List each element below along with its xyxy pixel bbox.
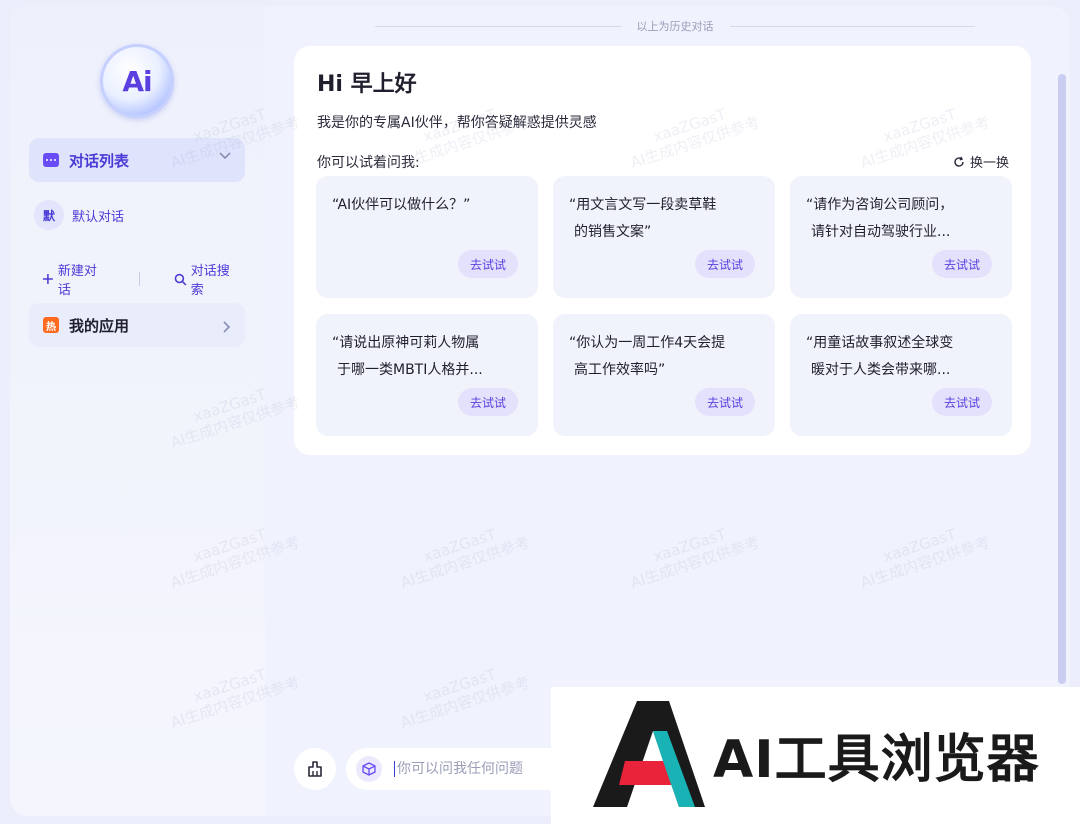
search-chat-label: 对话搜索 <box>190 264 230 298</box>
suggestion-text: “用文言文写一段卖草鞋 <box>569 197 717 213</box>
brand-logo-icon <box>593 701 705 807</box>
chat-avatar: 默 <box>34 200 64 230</box>
default-chat-label: 默认对话 <box>72 209 125 225</box>
suggestion-card[interactable]: “用童话故事叙述全球变 暖对于人类会带来哪... 去试试 <box>790 314 1012 436</box>
suggestion-text: 于哪一类MBTI人格并... <box>337 362 483 378</box>
try-asking-label: 你可以试着问我: <box>317 155 420 171</box>
watermark: xaaZGasTAI生成内容仅供参考 <box>628 525 762 592</box>
app-logo: Ai <box>100 44 174 118</box>
sidebar-actions: 新建对话 对话搜索 <box>42 260 242 298</box>
conversation-list-toggle[interactable]: 对话列表 <box>29 138 245 182</box>
cube-icon <box>356 756 382 782</box>
suggestion-card[interactable]: “你认为一周工作4天会提 高工作效率吗” 去试试 <box>553 314 775 436</box>
try-button[interactable]: 去试试 <box>457 250 518 278</box>
scrollbar[interactable] <box>1058 74 1066 684</box>
logo-text: Ai <box>122 64 152 98</box>
suggestion-grid: “AI伙伴可以做什么？” 去试试 “用文言文写一段卖草鞋 的销售文案” 去试试 … <box>316 176 1014 436</box>
hot-badge-icon: 热 <box>43 317 59 333</box>
watermark: xaaZGasTAI生成内容仅供参考 <box>398 525 532 592</box>
welcome-panel: Hi 早上好 我是你的专属AI伙伴，帮你答疑解惑提供灵感 你可以试着问我: 换一… <box>294 46 1031 455</box>
suggestion-text: 请针对自动驾驶行业... <box>811 224 951 240</box>
refresh-button[interactable]: 换一换 <box>953 152 1009 171</box>
suggestion-text: 的销售文案” <box>574 224 652 240</box>
refresh-label: 换一换 <box>969 156 1009 171</box>
new-chat-button[interactable]: 新建对话 <box>42 260 109 298</box>
suggestion-text: 高工作效率吗” <box>574 362 666 378</box>
suggestion-text: “你认为一周工作4天会提 <box>569 335 726 351</box>
suggestion-text: “AI伙伴可以做什么？” <box>332 197 471 213</box>
try-button[interactable]: 去试试 <box>931 250 992 278</box>
try-button[interactable]: 去试试 <box>931 388 992 416</box>
try-button[interactable]: 去试试 <box>694 250 755 278</box>
suggestion-text: 暖对于人类会带来哪... <box>811 362 951 378</box>
brand-text: AI工具浏览器 <box>713 730 1040 790</box>
chat-input[interactable] <box>394 761 574 777</box>
watermark: xaaZGasTAI生成内容仅供参考 <box>398 665 532 732</box>
clear-context-button[interactable] <box>294 748 336 790</box>
history-divider: 以上为历史对话 <box>375 18 975 34</box>
my-apps-item[interactable]: 热 我的应用 <box>29 303 245 347</box>
greeting-title: Hi 早上好 <box>317 72 417 97</box>
suggestion-text: “用童话故事叙述全球变 <box>806 335 954 351</box>
conversation-list-label: 对话列表 <box>69 151 130 170</box>
try-button[interactable]: 去试试 <box>694 388 755 416</box>
suggestion-text: “请说出原神可莉人物属 <box>332 335 480 351</box>
history-label: 以上为历史对话 <box>636 20 714 33</box>
try-button[interactable]: 去试试 <box>457 388 518 416</box>
new-chat-label: 新建对话 <box>57 264 97 298</box>
intro-text: 我是你的专属AI伙伴，帮你答疑解惑提供灵感 <box>317 115 597 131</box>
divider <box>139 272 140 286</box>
divider-line <box>375 25 621 27</box>
search-icon <box>174 273 187 285</box>
chat-bubble-icon <box>43 153 59 167</box>
suggestion-text: “请作为咨询公司顾问， <box>806 197 954 213</box>
sidebar: Ai 对话列表 默 默认对话 新建对话 对话搜索 热 我的应用 <box>10 6 265 816</box>
chevron-right-icon <box>223 318 231 337</box>
divider-line <box>729 25 975 27</box>
watermark: xaaZGasTAI生成内容仅供参考 <box>858 525 992 592</box>
suggestion-card[interactable]: “AI伙伴可以做什么？” 去试试 <box>316 176 538 298</box>
my-apps-label: 我的应用 <box>69 316 130 335</box>
search-chat-button[interactable]: 对话搜索 <box>174 260 242 298</box>
plus-icon <box>42 274 53 284</box>
suggestion-card[interactable]: “请说出原神可莉人物属 于哪一类MBTI人格并... 去试试 <box>316 314 538 436</box>
refresh-icon <box>954 156 964 167</box>
chevron-down-icon <box>219 152 231 160</box>
brush-icon <box>308 761 322 777</box>
suggestion-card[interactable]: “请作为咨询公司顾问， 请针对自动驾驶行业... 去试试 <box>790 176 1012 298</box>
suggestion-card[interactable]: “用文言文写一段卖草鞋 的销售文案” 去试试 <box>553 176 775 298</box>
sidebar-item-default-chat[interactable]: 默 默认对话 <box>34 200 124 230</box>
brand-overlay: AI工具浏览器 <box>551 687 1080 824</box>
